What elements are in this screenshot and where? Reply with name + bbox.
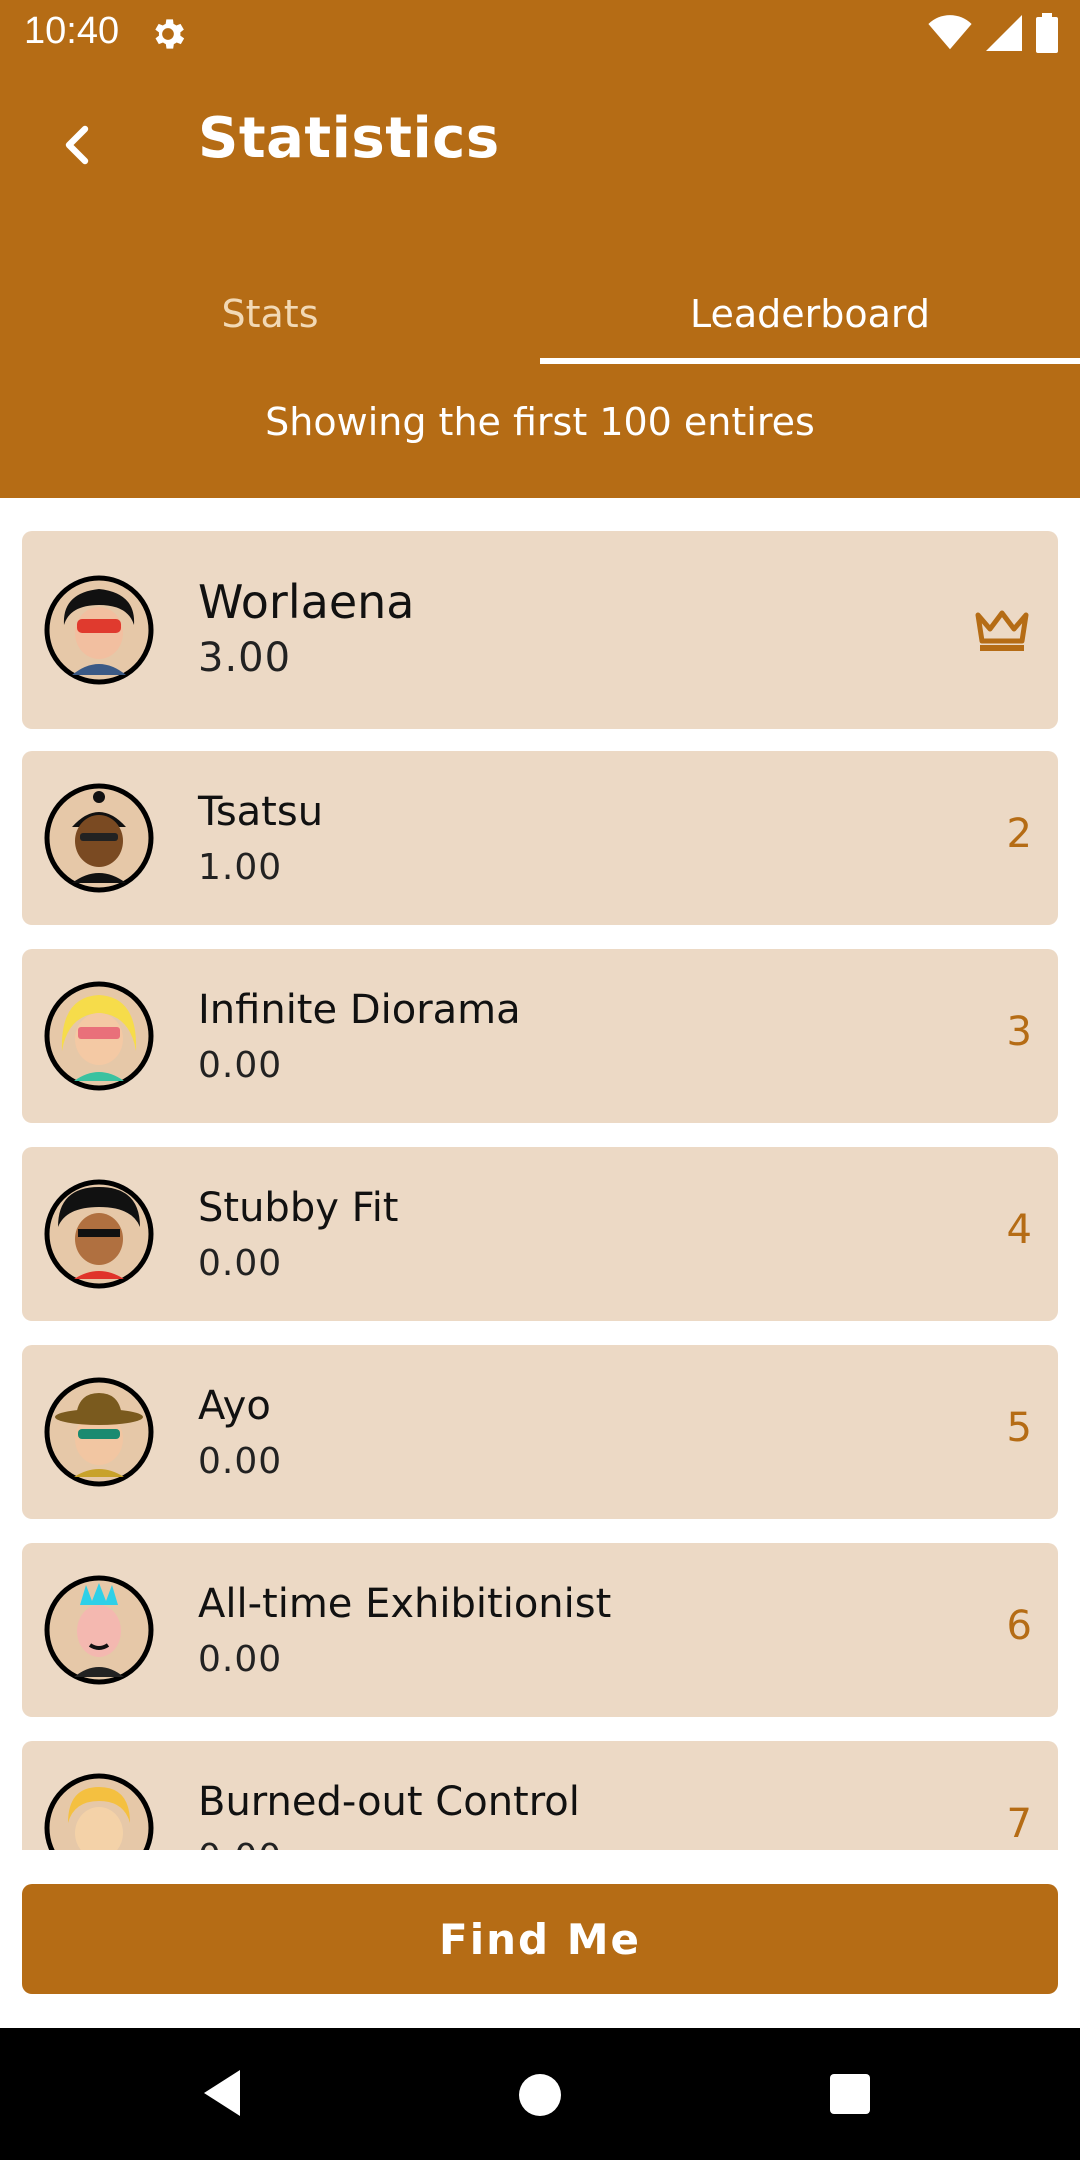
rank-number: 7 <box>1006 1801 1032 1847</box>
leaderboard-row[interactable]: Tsatsu 1.00 2 <box>22 751 1058 925</box>
avatar <box>44 1575 154 1685</box>
leaderboard-row[interactable]: Worlaena 3.00 <box>22 531 1058 729</box>
leaderboard-row[interactable]: Burned-out Control 0.00 7 <box>22 1741 1058 1850</box>
page-title: Statistics <box>198 106 500 171</box>
player-score: 1.00 <box>198 847 283 888</box>
settings-gear-icon <box>155 19 185 49</box>
status-bar: 10:40 <box>0 0 1080 66</box>
player-name: Tsatsu <box>198 789 324 835</box>
cellular-signal-icon <box>986 15 1022 51</box>
leaderboard-row[interactable]: Ayo 0.00 5 <box>22 1345 1058 1519</box>
avatar <box>44 1377 154 1487</box>
player-name: All-time Exhibitionist <box>198 1581 612 1627</box>
rank-number: 3 <box>1006 1009 1032 1055</box>
leaderboard-row[interactable]: Infinite Diorama 0.00 3 <box>22 949 1058 1123</box>
player-name: Stubby Fit <box>198 1185 399 1231</box>
leaderboard-row[interactable]: Stubby Fit 0.00 4 <box>22 1147 1058 1321</box>
player-name: Worlaena <box>198 575 415 629</box>
avatar <box>44 1179 154 1289</box>
rank-number: 2 <box>1006 811 1032 857</box>
status-time: 10:40 <box>24 10 120 52</box>
rank-number: 4 <box>1006 1207 1032 1253</box>
player-score: 0.00 <box>198 1045 283 1086</box>
system-nav-bar <box>0 2028 1080 2160</box>
back-button[interactable] <box>44 112 110 178</box>
crown-icon <box>975 610 1029 651</box>
player-score: 0.00 <box>198 1837 282 1850</box>
nav-recents-icon[interactable] <box>830 2074 870 2114</box>
find-me-button[interactable]: Find Me <box>22 1884 1058 1994</box>
rank-number: 6 <box>1006 1603 1032 1649</box>
arrow-back-icon <box>65 125 89 165</box>
tab-bar: Stats Leaderboard <box>0 266 1080 362</box>
nav-back-icon[interactable] <box>200 2068 244 2118</box>
player-score: 0.00 <box>198 1441 283 1482</box>
player-name: Ayo <box>198 1383 271 1429</box>
leaderboard-list[interactable]: Worlaena 3.00 Tsatsu 1.00 2 Infinite Dio… <box>0 498 1080 1850</box>
tab-indicator <box>540 358 1080 364</box>
battery-icon <box>1036 13 1058 53</box>
leaderboard-subtitle: Showing the first 100 entires <box>265 400 815 444</box>
player-score: 0.00 <box>198 1639 283 1680</box>
avatar <box>44 783 154 893</box>
tab-stats[interactable]: Stats <box>0 266 540 362</box>
nav-home-icon[interactable] <box>519 2074 561 2116</box>
app-bar: Statistics Stats Leaderboard Showing the… <box>0 66 1080 498</box>
player-score: 0.00 <box>198 1243 283 1284</box>
player-name: Infinite Diorama <box>198 987 521 1033</box>
avatar <box>44 1773 154 1850</box>
status-icons <box>928 12 1058 54</box>
wifi-icon <box>928 15 972 50</box>
rank-number: 5 <box>1006 1405 1032 1451</box>
tab-leaderboard[interactable]: Leaderboard <box>540 266 1080 362</box>
player-score: 3.00 <box>198 635 292 681</box>
avatar <box>44 981 154 1091</box>
avatar <box>44 575 154 685</box>
player-name: Burned-out Control <box>198 1779 580 1825</box>
leaderboard-row[interactable]: All-time Exhibitionist 0.00 6 <box>22 1543 1058 1717</box>
